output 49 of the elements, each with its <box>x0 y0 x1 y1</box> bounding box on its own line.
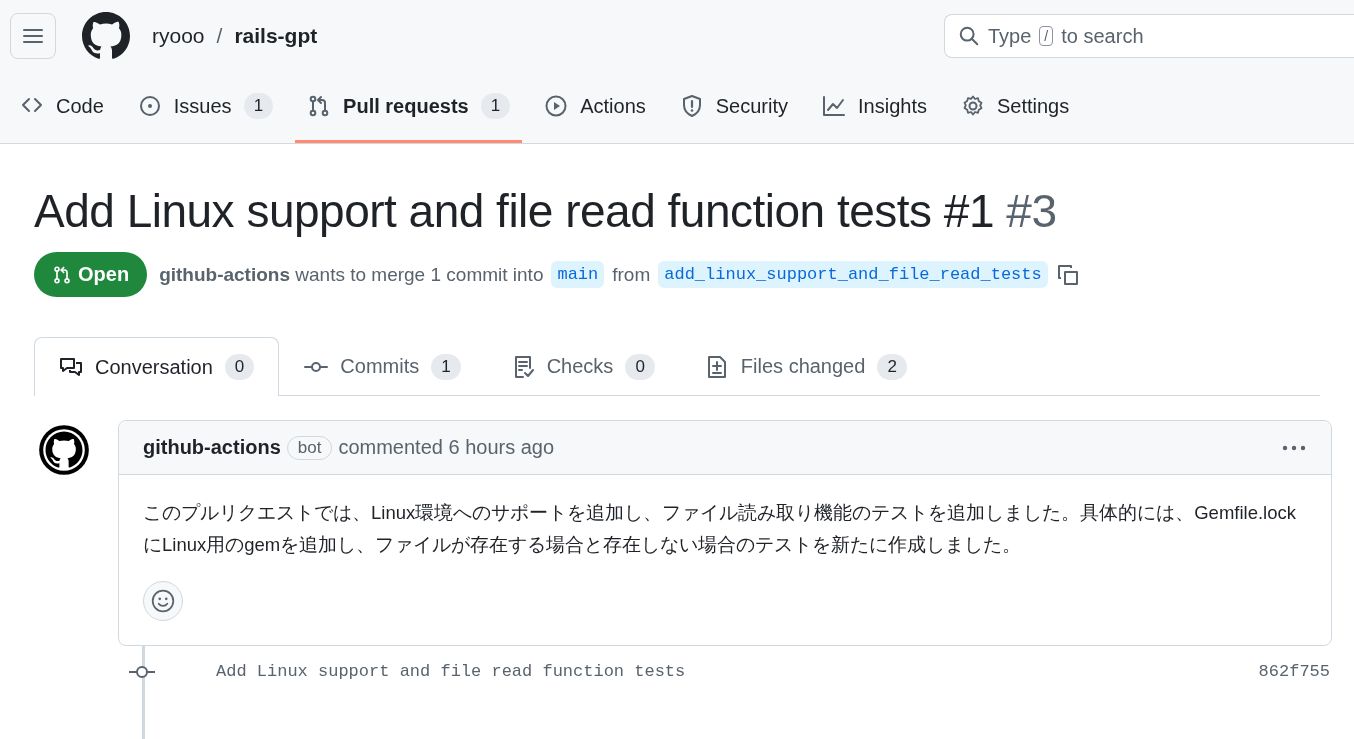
menu-button[interactable] <box>10 13 56 59</box>
shortcut-key: / <box>1039 26 1054 46</box>
search-icon <box>958 25 980 47</box>
base-branch-label[interactable]: main <box>551 261 605 288</box>
merge-summary: github-actions wants to merge 1 commit into <box>159 263 544 286</box>
pull-request-tab[interactable]: Checks 0 <box>485 337 680 395</box>
pull-request-tab[interactable]: Commits 1 <box>279 337 486 395</box>
pull-request-tab[interactable]: Conversation 0 <box>34 337 280 396</box>
counter-badge: 1 <box>243 93 274 119</box>
speech-bubbles-icon <box>59 355 83 379</box>
repo-tab[interactable]: Security <box>667 72 800 143</box>
repo-link[interactable]: rails-gpt <box>234 24 318 48</box>
circle-dot-icon <box>137 94 162 118</box>
counter-badge: 1 <box>480 93 511 119</box>
pull-request-tab[interactable]: Files changed 2 <box>679 337 932 395</box>
counter-badge: 1 <box>431 353 461 380</box>
counter-badge: 0 <box>224 354 255 380</box>
menu-icon <box>23 28 43 44</box>
commit-sha[interactable]: 862f755 <box>1258 662 1330 681</box>
repo-tab[interactable]: Issues 1 <box>125 72 286 143</box>
owner-link[interactable]: ryooo <box>152 24 205 48</box>
search-field[interactable]: Type / to search <box>944 14 1354 58</box>
counter-badge: 0 <box>625 353 655 380</box>
repo-tab[interactable]: Insights <box>810 72 939 143</box>
path-separator: / <box>216 24 223 48</box>
comment-timestamp: commented 6 hours ago <box>338 436 555 459</box>
repo-tab[interactable]: Code <box>20 72 116 143</box>
octocat-logo-icon[interactable] <box>82 12 130 60</box>
merge-summary-text: from <box>612 263 651 286</box>
smiley-icon <box>150 588 176 614</box>
commit-message[interactable]: Add Linux support and file read function tests <box>216 662 686 681</box>
pull-request-title: Add Linux support and file read function tests #1 #3 <box>34 184 1058 238</box>
commit-icon <box>128 663 156 680</box>
graph-icon <box>822 94 846 118</box>
repo-tab[interactable]: Actions <box>532 72 658 143</box>
pull-request-icon <box>52 264 72 285</box>
play-icon <box>544 94 569 118</box>
add-reaction-button[interactable] <box>143 581 183 621</box>
repo-tab[interactable]: Pull requests 1 <box>295 72 523 143</box>
search-placeholder: to search <box>1061 24 1144 48</box>
search-placeholder: Type <box>988 24 1032 48</box>
copy-icon[interactable] <box>1055 262 1080 287</box>
comment-text: このプルリクエストでは、Linux環境へのサポートを追加し、ファイル読み取り機能のテストを追加しました。具体的には、Gemfile.lockにLinux用のgemを追加し、ファイルが存在する場合と存在しない場合のテストを新たに作成しました。 <box>143 501 1297 557</box>
counter-badge: 2 <box>877 353 907 380</box>
head-branch-label[interactable]: add_linux_support_and_file_read_tests <box>658 261 1048 288</box>
repo-tab[interactable]: Settings <box>948 72 1082 143</box>
more-options-icon[interactable] <box>1281 443 1307 452</box>
open-state-badge: Open <box>34 252 148 297</box>
comment-author[interactable]: github-actions <box>143 436 281 459</box>
